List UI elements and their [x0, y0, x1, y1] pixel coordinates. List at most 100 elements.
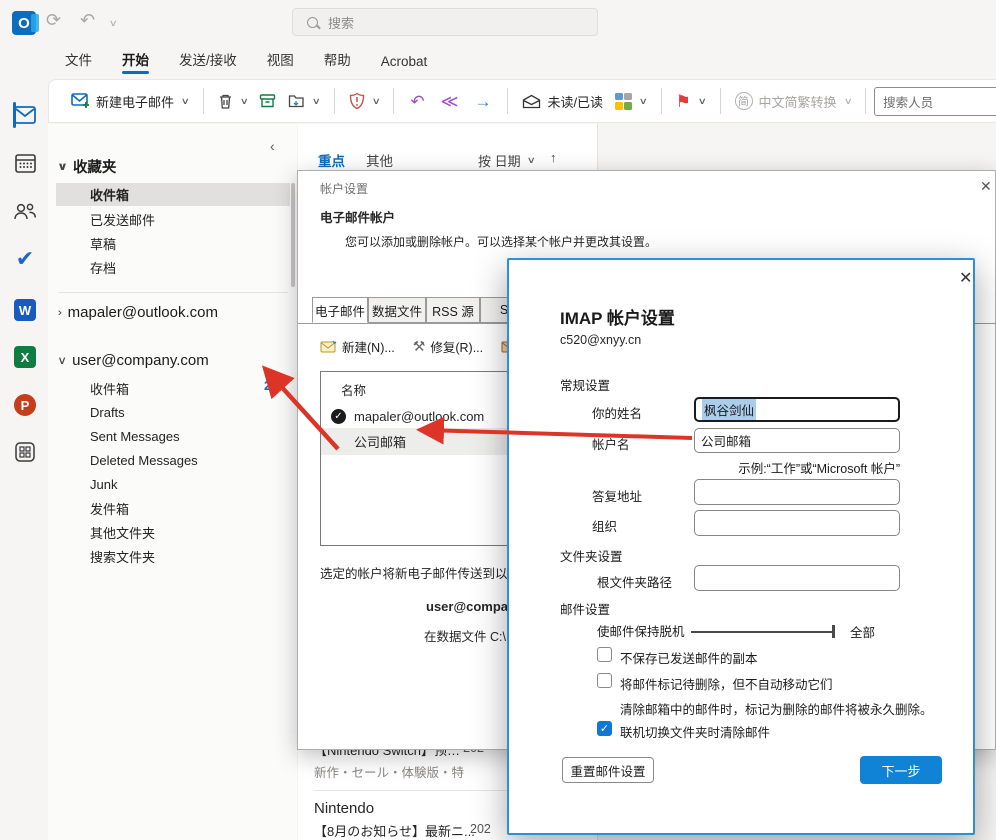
slider-handle[interactable] — [832, 625, 835, 638]
powerpoint-nav-button[interactable]: P — [12, 392, 38, 418]
purge-on-switch-label: 联机切换文件夹时清除邮件 — [620, 722, 770, 741]
categorize-button[interactable]: ∨ — [609, 93, 653, 110]
title-bar: O ⟳ ↶ ∨ 搜索 — [0, 0, 996, 45]
folder-company-search[interactable]: 搜索文件夹 — [56, 545, 290, 568]
repair-icon: ⚒ — [413, 338, 426, 355]
mail-item-sender[interactable]: Nintendo — [314, 800, 374, 817]
menu-bar: 文件 开始 发送/接收 视图 帮助 Acrobat — [48, 46, 996, 78]
quick-access-chevron-icon[interactable]: ∨ — [109, 18, 118, 29]
purge-on-switch-checkbox[interactable]: ✓ — [597, 721, 612, 736]
next-button[interactable]: 下一步 — [860, 756, 942, 784]
new-email-button[interactable]: 新建电子邮件 ∨ — [65, 92, 195, 111]
default-account-check-icon: ✓ — [331, 409, 346, 424]
keep-offline-label: 使邮件保持脱机 — [597, 621, 685, 640]
account-toolbar: 新建(N)... ⚒ 修复(R)... — [320, 337, 518, 356]
trash-icon — [218, 93, 233, 110]
search-people-input[interactable]: 搜索人员 — [874, 87, 996, 116]
folder-pane-scrollbar[interactable] — [291, 183, 295, 287]
tab-data-files[interactable]: 数据文件 — [368, 297, 426, 323]
organization-label: 组织 — [592, 516, 617, 535]
mail-nav-button[interactable] — [12, 102, 38, 128]
your-name-input[interactable]: 枫谷剑仙 — [694, 397, 900, 422]
tab-rss[interactable]: RSS 源 — [426, 297, 480, 323]
sort-by-date-button[interactable]: 按 日期 — [478, 151, 521, 170]
check-icon: ✓ — [600, 722, 609, 735]
ribbon-separator — [507, 88, 508, 114]
keep-offline-value: 全部 — [850, 622, 875, 641]
flag-icon: ⚑ — [676, 93, 691, 110]
undo-icon[interactable]: ↶ — [80, 10, 95, 31]
move-to-button[interactable]: ∨ — [282, 93, 326, 109]
menu-help[interactable]: 帮助 — [324, 49, 351, 78]
people-icon — [13, 202, 37, 220]
delete-button[interactable]: ∨ — [212, 93, 254, 110]
reset-mail-settings-button[interactable]: 重置邮件设置 — [562, 757, 654, 783]
sort-chevron-icon[interactable]: ∨ — [527, 155, 536, 166]
root-folder-input[interactable] — [694, 565, 900, 591]
data-file-note: 在数据文件 C:\ — [424, 626, 506, 645]
shield-icon — [349, 92, 365, 110]
chevron-right-icon: › — [58, 307, 62, 319]
tab-email[interactable]: 电子邮件 — [312, 297, 368, 323]
account-company[interactable]: ∨ user@company.com — [58, 352, 209, 369]
folder-company-deleted[interactable]: Deleted Messages — [56, 449, 290, 472]
new-account-button[interactable]: 新建(N)... — [320, 337, 395, 356]
archive-icon — [259, 93, 276, 109]
folder-inbox-favorite[interactable]: 收件箱 — [56, 183, 290, 206]
sort-direction-icon[interactable]: ↑ — [550, 150, 557, 165]
ribbon-separator — [203, 88, 204, 114]
sync-icon[interactable]: ⟳ — [46, 10, 61, 31]
keep-offline-slider[interactable] — [691, 631, 834, 633]
word-nav-button[interactable]: W — [12, 297, 38, 323]
tab-other[interactable]: 其他 — [366, 150, 393, 170]
tab-focused[interactable]: 重点 — [318, 154, 345, 169]
folder-company-other[interactable]: 其他文件夹 — [56, 521, 290, 544]
undo-arrow-icon[interactable]: ↶ — [402, 93, 432, 110]
account-outlook[interactable]: › mapaler@outlook.com — [58, 304, 218, 321]
unread-read-button[interactable]: 未读/已读 — [516, 92, 609, 111]
unread-count-badge: 2 — [264, 378, 271, 393]
excel-nav-button[interactable]: X — [12, 344, 38, 370]
menu-view[interactable]: 视图 — [267, 49, 294, 78]
search-icon — [307, 17, 318, 28]
repair-account-button[interactable]: ⚒ 修复(R)... — [413, 337, 483, 356]
excel-icon: X — [14, 346, 36, 368]
account-name-example: 示例:“工作”或“Microsoft 帐户” — [694, 458, 900, 477]
organization-input[interactable] — [694, 510, 900, 536]
follow-up-button[interactable]: ⚑ ∨ — [670, 93, 712, 110]
close-icon[interactable]: ✕ — [959, 268, 972, 288]
report-phishing-button[interactable]: ∨ — [343, 92, 386, 110]
no-sent-copy-label: 不保存已发送邮件的副本 — [620, 648, 758, 667]
folder-company-outbox[interactable]: 发件箱 — [56, 497, 290, 520]
chevron-down-icon: ∨ — [57, 160, 68, 173]
no-sent-copy-checkbox[interactable] — [597, 647, 612, 662]
menu-acrobat[interactable]: Acrobat — [381, 54, 428, 78]
folder-drafts-favorite[interactable]: 草稿 — [56, 232, 290, 255]
selected-text: 枫谷剑仙 — [702, 399, 756, 420]
reply-address-input[interactable] — [694, 479, 900, 505]
menu-send-receive[interactable]: 发送/接收 — [179, 49, 237, 78]
search-input[interactable]: 搜索 — [292, 8, 598, 36]
close-icon[interactable]: ✕ — [980, 178, 992, 195]
more-apps-button[interactable] — [12, 439, 38, 465]
favorites-header[interactable]: ∨ 收藏夹 — [58, 156, 116, 177]
folder-sent-favorite[interactable]: 已发送邮件 — [56, 208, 290, 231]
folder-company-junk[interactable]: Junk — [56, 473, 290, 496]
menu-home[interactable]: 开始 — [122, 49, 149, 78]
account-name-input[interactable]: 公司邮箱 — [694, 428, 900, 453]
folder-company-drafts[interactable]: Drafts — [56, 401, 290, 424]
collapse-pane-icon[interactable]: ‹ — [270, 138, 275, 154]
menu-file[interactable]: 文件 — [65, 49, 92, 78]
todo-nav-button[interactable]: ✔ — [12, 246, 38, 272]
people-nav-button[interactable] — [12, 198, 38, 224]
reply-all-icon[interactable]: ≪ — [433, 93, 467, 110]
folder-archive-favorite[interactable]: 存档 — [56, 256, 290, 279]
account-name-label: 帐户名 — [592, 434, 630, 453]
forward-icon[interactable]: → — [466, 93, 499, 110]
archive-button[interactable] — [253, 93, 282, 109]
folder-company-inbox[interactable]: 收件箱 — [56, 377, 290, 400]
calendar-nav-button[interactable] — [12, 150, 38, 176]
mark-for-deletion-checkbox[interactable] — [597, 673, 612, 688]
folder-company-sent[interactable]: Sent Messages — [56, 425, 290, 448]
divider — [58, 292, 288, 293]
